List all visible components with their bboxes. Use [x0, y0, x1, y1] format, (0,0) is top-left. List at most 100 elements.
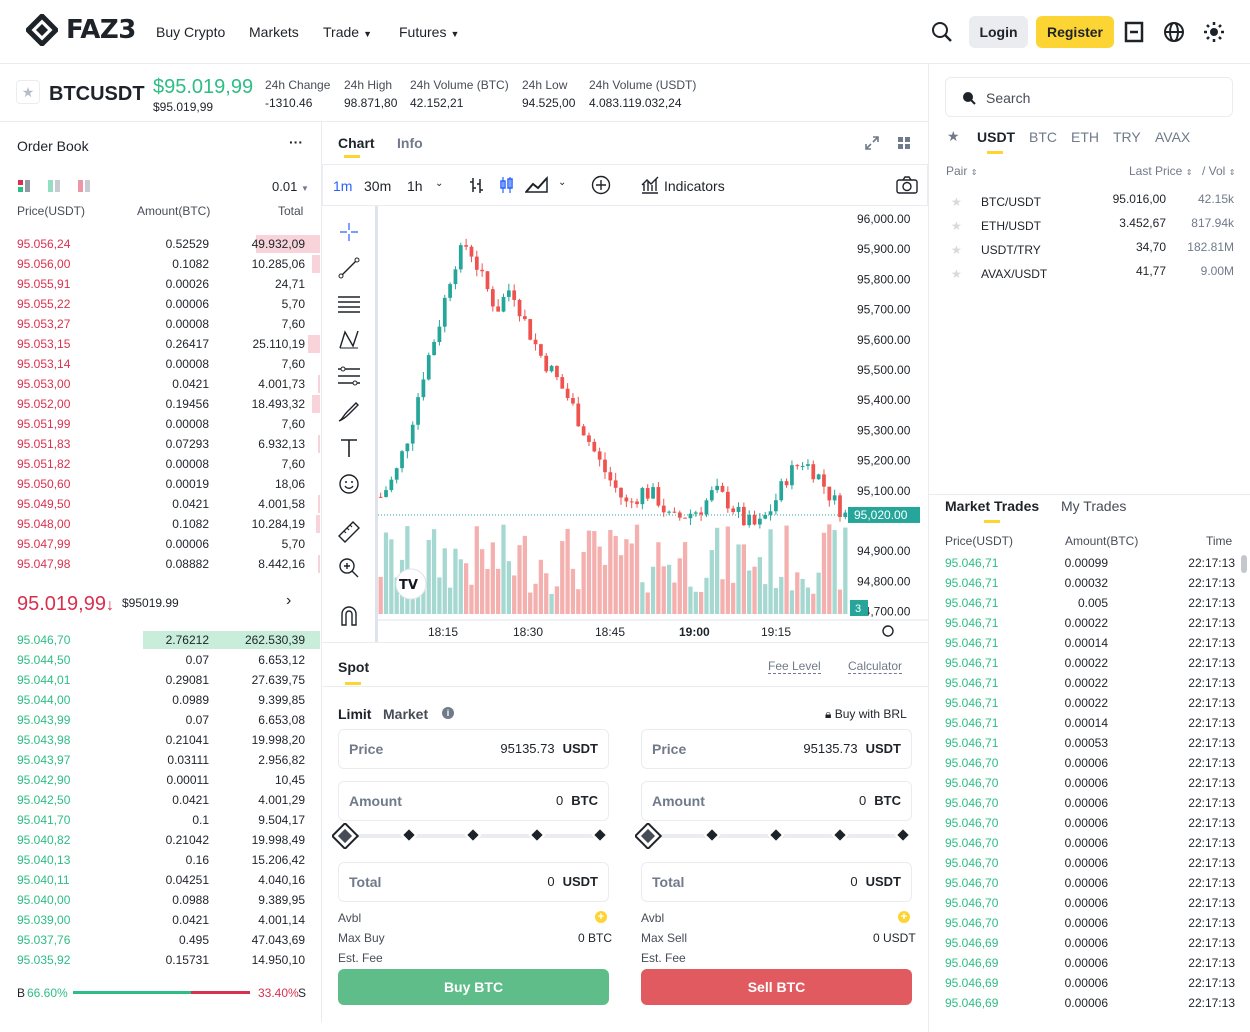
ask-row[interactable]: 95.051,83 0.07293 6.932,13 [0, 434, 322, 454]
col-pair[interactable]: Pair ⇕ [946, 164, 977, 178]
bid-row[interactable]: 95.037,76 0.495 47.043,69 [0, 930, 322, 950]
bid-row[interactable]: 95.044,50 0.07 6.653,12 [0, 650, 322, 670]
bid-row[interactable]: 95.044,01 0.29081 27.639,75 [0, 670, 322, 690]
ask-row[interactable]: 95.053,15 0.26417 25.110,19 [0, 334, 322, 354]
buy-total-field[interactable]: Total 0 USDT [338, 862, 609, 902]
star-icon[interactable]: ★ [951, 219, 962, 233]
bid-row[interactable]: 95.040,82 0.21042 19.998,49 [0, 830, 322, 850]
ask-row[interactable]: 95.047,98 0.08882 8.442,16 [0, 554, 322, 574]
star-icon[interactable]: ★ [951, 267, 962, 281]
nav-buy-crypto[interactable]: Buy Crypto [156, 24, 225, 40]
crosshair-icon[interactable] [337, 220, 361, 244]
tab-chart[interactable]: Chart [338, 135, 375, 151]
sell-total-field[interactable]: Total 0 USDT [641, 862, 912, 902]
interval-1h[interactable]: 1h [407, 178, 423, 194]
ask-row[interactable]: 95.047,99 0.00006 5,70 [0, 534, 322, 554]
zoom-in-icon[interactable] [337, 556, 361, 580]
sell-button[interactable]: Sell BTC [641, 969, 912, 1005]
area-style-icon[interactable] [525, 176, 549, 194]
market-tab-avax[interactable]: AVAX [1155, 129, 1190, 145]
bid-row[interactable]: 95.041,70 0.1 9.504,17 [0, 810, 322, 830]
expand-icon[interactable] [865, 136, 879, 150]
buy-amount-field[interactable]: Amount 0 BTC [338, 781, 609, 821]
price-chart[interactable]: 96,000.00 95,900.00 95,800.00 95,700.00 95,6… [378, 206, 928, 642]
camera-icon[interactable] [896, 176, 918, 194]
book-bids-icon[interactable] [48, 180, 60, 192]
search-icon[interactable] [930, 20, 954, 44]
ask-row[interactable]: 95.051,82 0.00008 7,60 [0, 454, 322, 474]
login-button[interactable]: Login [969, 16, 1028, 48]
magnet-icon[interactable] [337, 604, 361, 628]
bid-row[interactable]: 95.042,90 0.00011 10,45 [0, 770, 322, 790]
brush-icon[interactable] [337, 400, 361, 424]
tab-my-trades[interactable]: My Trades [1061, 498, 1126, 514]
chevron-down-icon[interactable]: ⌄ [435, 178, 443, 189]
fib-icon[interactable] [337, 364, 361, 388]
favorites-star-icon[interactable]: ★ [947, 128, 960, 145]
buy-price-field[interactable]: Price 95135.73 USDT [338, 729, 609, 769]
bid-row[interactable]: 95.046,70 2.76212 262.530,39 [0, 630, 322, 650]
chart-settings-icon[interactable] [882, 625, 894, 637]
add-funds-icon[interactable]: + [898, 911, 910, 923]
buy-amount-slider[interactable] [332, 823, 612, 849]
nav-markets[interactable]: Markets [249, 24, 299, 40]
bid-row[interactable]: 95.042,50 0.0421 4.001,29 [0, 790, 322, 810]
indicators-icon[interactable] [640, 175, 660, 195]
pair-row[interactable]: ★ BTC/USDT 95.016,00 42.15k [929, 192, 1250, 212]
bid-row[interactable]: 95.043,98 0.21041 19.998,20 [0, 730, 322, 750]
market-tab-eth[interactable]: ETH [1071, 129, 1099, 145]
bid-row[interactable]: 95.043,97 0.03111 2.956,82 [0, 750, 322, 770]
ask-row[interactable]: 95.049,50 0.0421 4.001,58 [0, 494, 322, 514]
ask-row[interactable]: 95.055,22 0.00006 5,70 [0, 294, 322, 314]
pair-row[interactable]: ★ ETH/USDT 3.452,67 817.94k [929, 216, 1250, 236]
emoji-icon[interactable] [337, 472, 361, 496]
sell-price-field[interactable]: Price 95135.73 USDT [641, 729, 912, 769]
ask-row[interactable]: 95.048,00 0.1082 10.284,19 [0, 514, 322, 534]
chevron-right-icon[interactable]: › [286, 592, 291, 610]
star-icon[interactable]: ★ [951, 243, 962, 257]
add-funds-icon[interactable]: + [595, 911, 607, 923]
tab-market-trades[interactable]: Market Trades [945, 498, 1039, 514]
ask-row[interactable]: 95.056,24 0.52529 49.932,09 [0, 234, 322, 254]
precision-select[interactable]: 0.01 ▼ [272, 179, 309, 194]
ask-row[interactable]: 95.056,00 0.1082 10.285,06 [0, 254, 322, 274]
ask-row[interactable]: 95.053,14 0.00008 7,60 [0, 354, 322, 374]
pair-row[interactable]: ★ AVAX/USDT 41,77 9.00M [929, 264, 1250, 284]
ask-row[interactable]: 95.052,00 0.19456 18.493,32 [0, 394, 322, 414]
bid-row[interactable]: 95.044,00 0.0989 9.399,85 [0, 690, 322, 710]
book-both-icon[interactable] [18, 180, 30, 192]
sell-amount-field[interactable]: Amount 0 BTC [641, 781, 912, 821]
calculator-link[interactable]: Calculator [848, 659, 903, 674]
bid-row[interactable]: 95.040,13 0.16 15.206,42 [0, 850, 322, 870]
bars-style-icon[interactable] [468, 176, 486, 194]
bid-row[interactable]: 95.039,00 0.0421 4.001,14 [0, 910, 322, 930]
col-vol[interactable]: / Vol ⇕ [1202, 164, 1235, 178]
sell-amount-slider[interactable] [635, 823, 915, 849]
ask-row[interactable]: 95.055,91 0.00026 24,71 [0, 274, 322, 294]
bid-row[interactable]: 95.043,99 0.07 6.653,08 [0, 710, 322, 730]
logo[interactable]: FAZ3 [26, 14, 136, 46]
col-last-price[interactable]: Last Price ⇕ [1129, 164, 1192, 178]
ask-row[interactable]: 95.053,00 0.0421 4.001,73 [0, 374, 322, 394]
buy-with-brl[interactable]: 🔒︎ Buy with BRL [825, 707, 907, 722]
tab-market[interactable]: Market [383, 706, 428, 722]
fee-level-link[interactable]: Fee Level [768, 659, 821, 674]
info-icon[interactable]: i [442, 707, 454, 719]
interval-30m[interactable]: 30m [364, 178, 391, 194]
ruler-icon[interactable] [337, 520, 361, 544]
register-button[interactable]: Register [1036, 16, 1114, 48]
tab-limit[interactable]: Limit [338, 706, 371, 722]
buy-button[interactable]: Buy BTC [338, 969, 609, 1005]
horizontal-lines-icon[interactable] [337, 292, 361, 316]
pair-row[interactable]: ★ USDT/TRY 34,70 182.81M [929, 240, 1250, 260]
chevron-down-icon[interactable]: ⌄ [558, 177, 566, 188]
star-icon[interactable]: ★ [951, 195, 962, 209]
tab-info[interactable]: Info [397, 135, 423, 151]
indicators-button[interactable]: Indicators [664, 178, 725, 194]
more-icon[interactable]: ··· [289, 134, 303, 150]
ask-row[interactable]: 95.050,60 0.00019 18,06 [0, 474, 322, 494]
favorite-star-icon[interactable]: ★ [16, 80, 40, 104]
ask-row[interactable]: 95.051,99 0.00008 7,60 [0, 414, 322, 434]
layout-icon[interactable] [897, 136, 911, 150]
nav-trade[interactable]: Trade ▼ [323, 24, 372, 40]
